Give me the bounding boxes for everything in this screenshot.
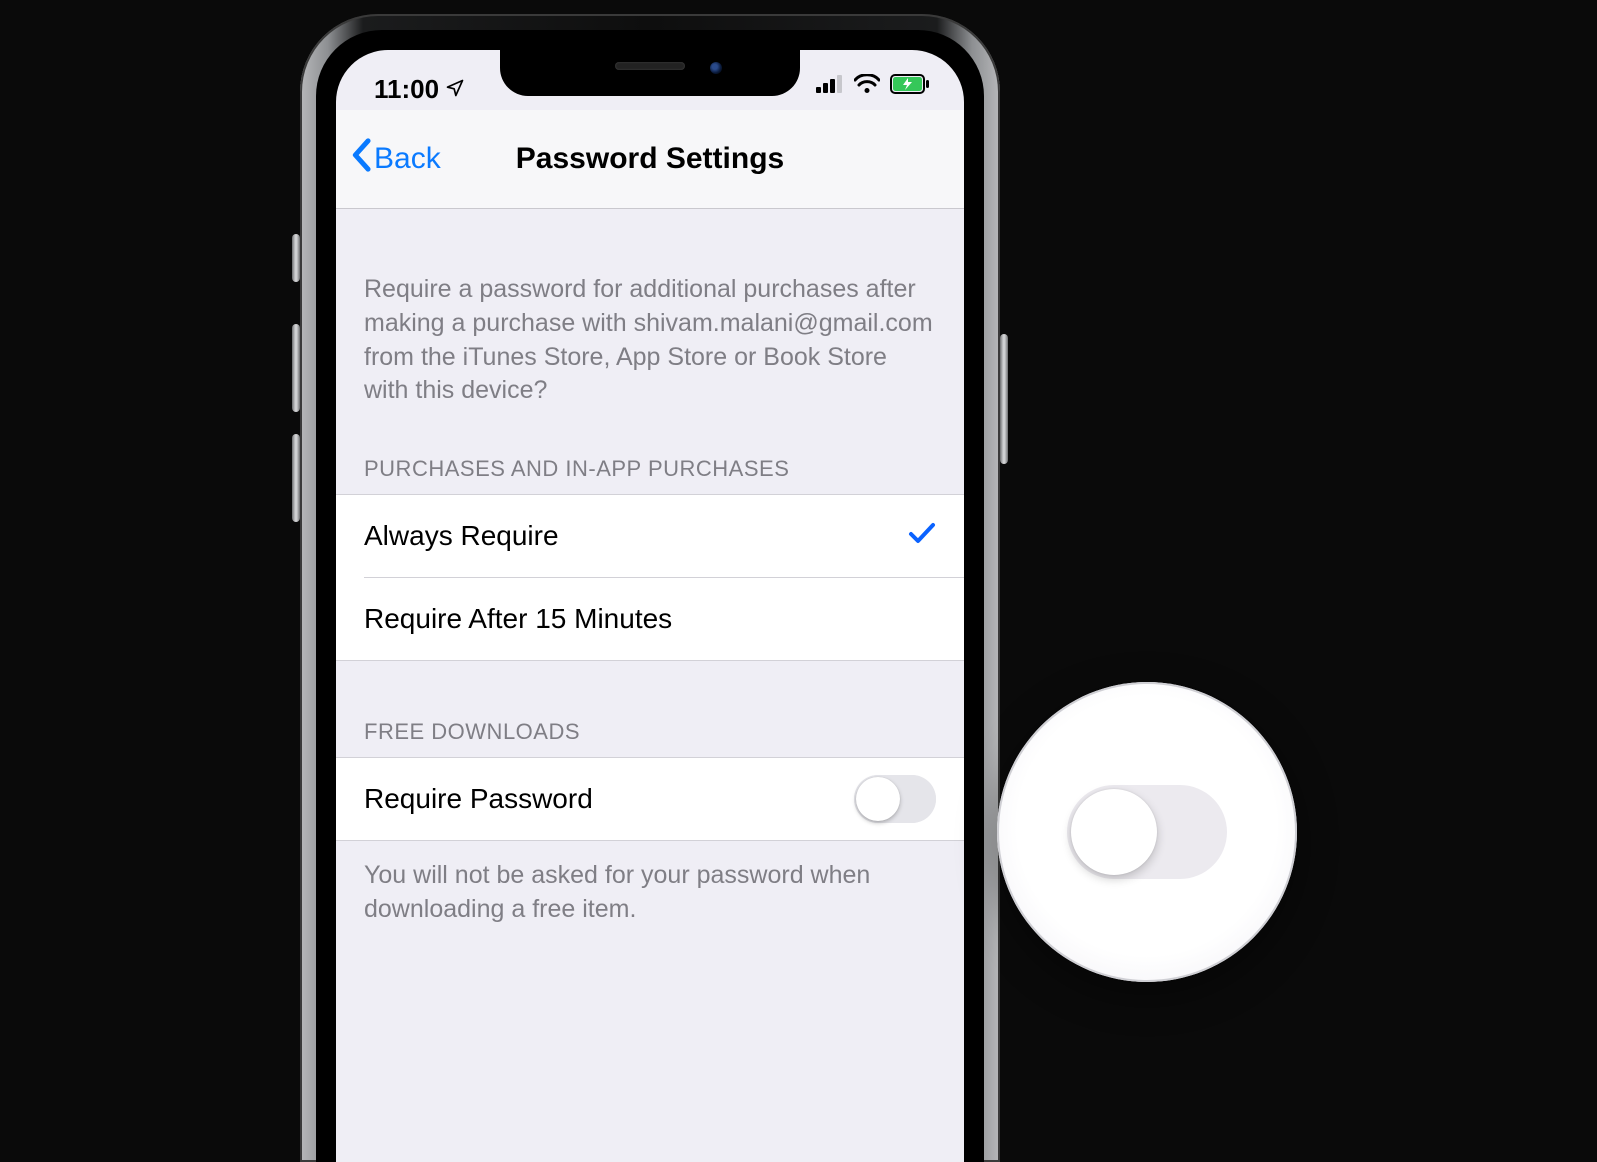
toggle-knob: [856, 777, 900, 821]
nav-bar: Back Password Settings: [336, 110, 964, 209]
volume-down-button: [292, 434, 300, 522]
back-label: Back: [374, 142, 441, 176]
option-require-after-15-minutes[interactable]: Require After 15 Minutes: [336, 578, 964, 660]
checkmark-icon: [908, 519, 936, 553]
back-button[interactable]: Back: [350, 138, 441, 180]
option-label: Require After 15 Minutes: [364, 603, 672, 635]
cellular-signal-icon: [816, 75, 844, 93]
magnifier-callout: [997, 682, 1297, 982]
magnified-toggle-knob: [1071, 789, 1157, 875]
content-area: Require a password for additional purcha…: [336, 209, 964, 967]
page-title: Password Settings: [516, 142, 784, 176]
speaker-grille: [615, 62, 685, 70]
chevron-left-icon: [350, 138, 372, 180]
wifi-icon: [854, 74, 880, 94]
footer-note: You will not be asked for your password …: [336, 841, 964, 967]
option-always-require[interactable]: Always Require: [336, 495, 964, 577]
clock-text: 11:00: [374, 74, 439, 105]
purchases-option-group: Always Require Require After 15 Minutes: [336, 494, 964, 661]
option-label: Always Require: [364, 520, 559, 552]
group-header-free-downloads: FREE DOWNLOADS: [336, 661, 964, 757]
phone-frame: 11:00: [300, 14, 1000, 1162]
free-downloads-group: Require Password: [336, 757, 964, 841]
require-password-toggle[interactable]: [854, 775, 936, 823]
silence-switch: [292, 234, 300, 282]
description-text: Require a password for additional purcha…: [336, 209, 964, 428]
require-password-row[interactable]: Require Password: [336, 758, 964, 840]
magnified-toggle-off: [1067, 785, 1227, 879]
screen: 11:00: [336, 50, 964, 1162]
battery-charging-icon: [890, 74, 930, 94]
toggle-label: Require Password: [364, 783, 593, 815]
volume-up-button: [292, 324, 300, 412]
notch: [500, 50, 800, 96]
power-button: [1000, 334, 1008, 464]
group-header-purchases: PURCHASES AND IN-APP PURCHASES: [336, 428, 964, 494]
front-camera: [710, 62, 722, 74]
location-icon: [445, 74, 465, 105]
